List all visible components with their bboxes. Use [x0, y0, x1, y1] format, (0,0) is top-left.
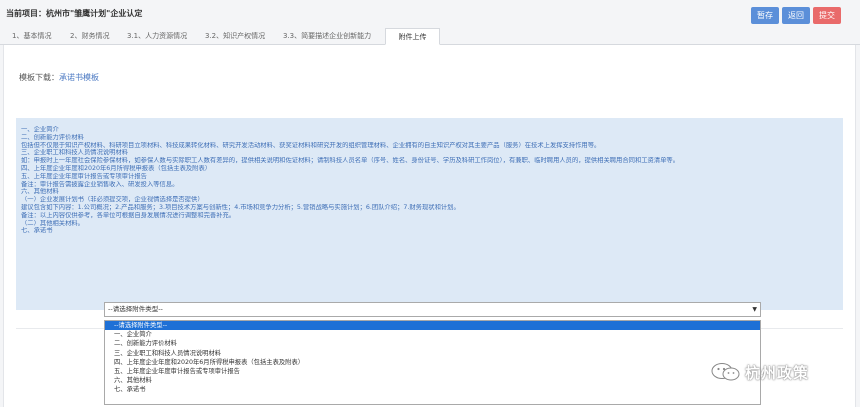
tab-intellectual-property[interactable]: 3.2、知识产权情况 [205, 28, 265, 45]
instruction-line: 备注：审计报告需披露企业销售收入、研发投入等信息。 [21, 180, 179, 188]
instruction-line: 六、其他材料 [21, 188, 59, 196]
save-button[interactable]: 暂存 [751, 7, 779, 24]
instruction-line: 包括但不仅限于知识产权材料、科研项目立项材料、科技成果转化材料、研究开发活动材料… [21, 141, 601, 149]
instruction-line: 三、企业职工和科技人员情况说明材料 [21, 149, 129, 157]
dropdown-option[interactable]: 五、上年度企业年度审计报告或专项审计报告 [105, 367, 760, 376]
dropdown-option[interactable]: 七、承诺书 [105, 385, 760, 394]
attachment-type-dropdown[interactable]: --请选择附件类型-- 一、企业简介 二、创新能力评价材料 三、企业职工和科技人… [104, 320, 761, 405]
submit-button[interactable]: 提交 [813, 7, 841, 24]
attachment-instructions: 一、企业简介 二、创新能力评价材料 包括但不仅限于知识产权材料、科研项目立项材料… [16, 118, 843, 310]
instruction-line: （一）企业发展计划书（非必须提交项，企业视情选择是否提供） [21, 196, 204, 204]
instruction-line: 四、上年度企业年度和2020年6月所得税申报表（包括主表及附表） [21, 164, 212, 172]
template-label: 模板下载： [19, 73, 59, 82]
instruction-line: 建议包含如下内容：1.公司概况；2.产品和服务；3.项目技术方案与创新性；4.市… [21, 203, 460, 211]
dropdown-option[interactable]: 一、企业简介 [105, 330, 760, 339]
page: 当前项目：杭州市"雏鹰计划"企业认定 暂存 返回 提交 1、基本情况 2、财务情… [0, 0, 860, 407]
dropdown-option[interactable]: --请选择附件类型-- [105, 321, 760, 331]
tab-basic-info[interactable]: 1、基本情况 [12, 28, 51, 45]
tab-innovation[interactable]: 3.3、简要描述企业创新能力 [283, 28, 371, 45]
watermark-text: 杭州政策 [745, 363, 810, 382]
dropdown-option[interactable]: 六、其他材料 [105, 376, 760, 385]
template-download-link[interactable]: 承诺书模板 [59, 73, 99, 82]
wechat-icon [711, 363, 740, 381]
select-value: --请选择附件类型-- [108, 305, 163, 313]
project-label: 当前项目： [6, 9, 46, 18]
chevron-down-icon[interactable]: ▼ [752, 303, 757, 316]
attachment-type-select[interactable]: --请选择附件类型-- ▼ [104, 302, 761, 317]
instruction-line: 七、承诺书 [21, 227, 53, 235]
tab-human-resources[interactable]: 3.1、人力资源情况 [127, 28, 187, 45]
tab-attachments[interactable]: 附件上传 [385, 28, 440, 45]
page-title: 当前项目：杭州市"雏鹰计划"企业认定 [6, 8, 142, 19]
watermark: 杭州政策 [710, 361, 809, 383]
instruction-line: 二、创新能力评价材料 [21, 133, 84, 141]
tab-bar: 1、基本情况 2、财务情况 3.1、人力资源情况 3.2、知识产权情况 3.3、… [0, 28, 860, 45]
project-name: 杭州市"雏鹰计划"企业认定 [46, 9, 143, 18]
dropdown-option[interactable]: 二、创新能力评价材料 [105, 339, 760, 348]
template-download: 模板下载：承诺书模板 [19, 72, 99, 83]
back-button[interactable]: 返回 [782, 7, 810, 24]
dropdown-option[interactable]: 四、上年度企业年度和2020年6月所得税申报表（包括主表及附表） [105, 358, 760, 367]
instruction-line: 一、企业简介 [21, 126, 59, 133]
instruction-line: 备注：以上内容仅供参考，各单位可根据自身发展情况进行调整和完善补充。 [21, 211, 236, 219]
dropdown-option[interactable]: 三、企业职工和科技人员情况说明材料 [105, 349, 760, 358]
tab-finance[interactable]: 2、财务情况 [70, 28, 109, 45]
attachment-panel: 模板下载：承诺书模板 一、企业简介 二、创新能力评价材料 包括但不仅限于知识产权… [3, 45, 856, 407]
instruction-line: 五、上年度企业年度审计报告或专项审计报告 [21, 172, 147, 180]
instruction-line: （二）其他相关材料。 [21, 219, 84, 227]
instruction-line: 如：申报时上一年度社会保险参保材料，如参保人数与实际职工人数有差异的，提供相关说… [21, 157, 680, 165]
